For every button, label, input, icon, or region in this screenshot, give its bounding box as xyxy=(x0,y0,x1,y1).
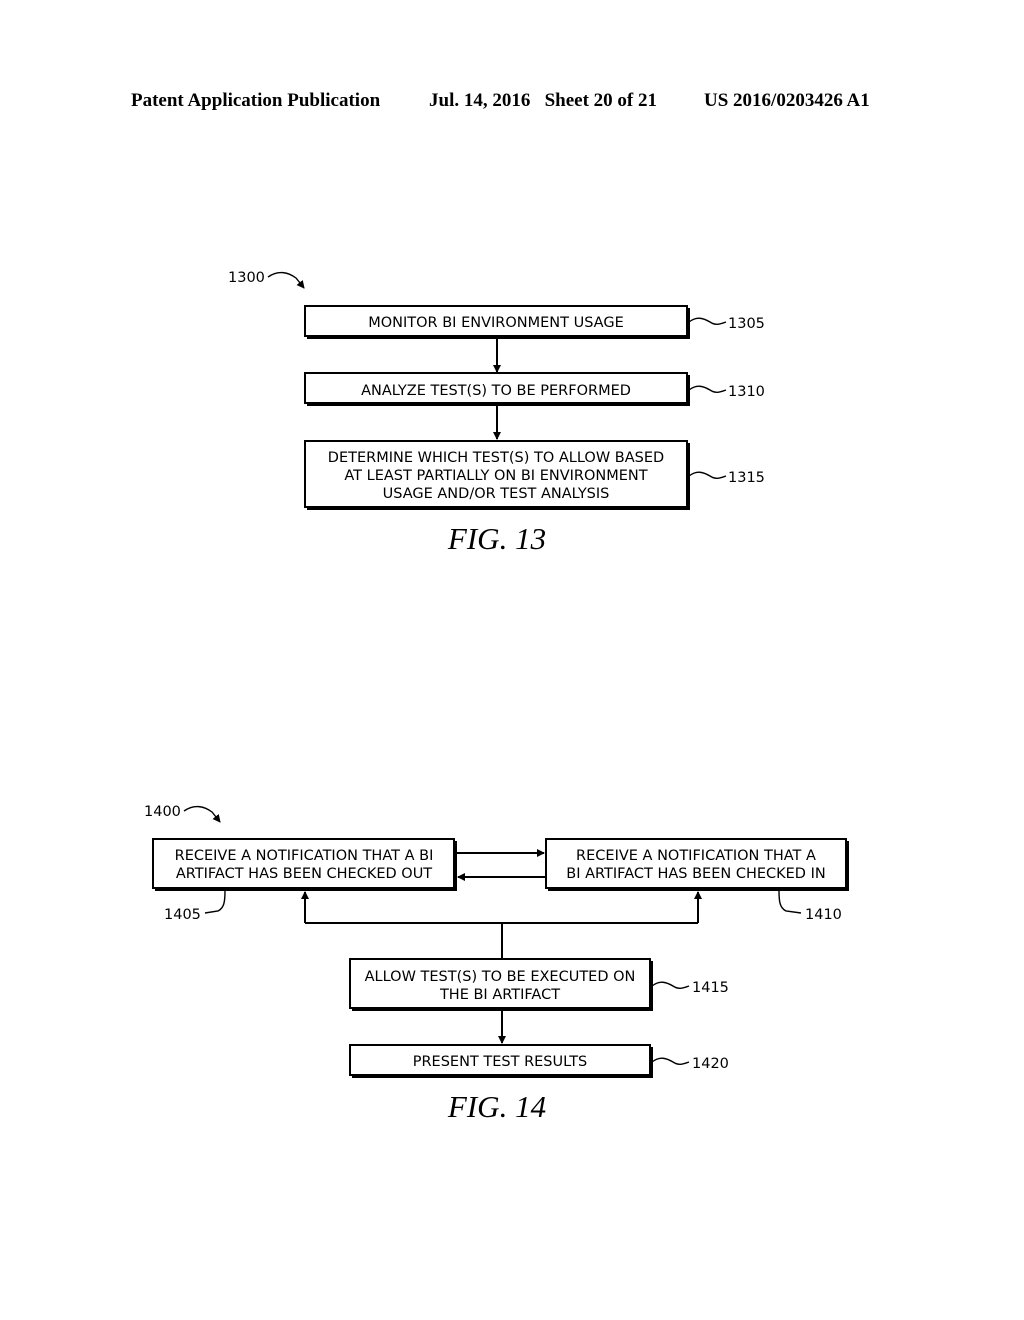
step-1405-ref: 1405 xyxy=(164,907,201,923)
step-1405-text-line1: RECEIVE A NOTIFICATION THAT A BI xyxy=(175,848,434,864)
step-1410-text-line2: BI ARTIFACT HAS BEEN CHECKED IN xyxy=(566,866,825,882)
step-1415-ref: 1415 xyxy=(692,980,729,996)
leader-line xyxy=(204,890,226,914)
fig14: 1400 RECEIVE A NOTIFICATION THAT A BI AR… xyxy=(144,804,849,1124)
flowchart-diagram: 1300 MONITOR BI ENVIRONMENT USAGE 1305 A… xyxy=(144,270,849,1124)
step-1315-text-line2: AT LEAST PARTIALLY ON BI ENVIRONMENT xyxy=(344,468,647,484)
step-1305-text: MONITOR BI ENVIRONMENT USAGE xyxy=(368,315,624,331)
leader-line xyxy=(688,385,727,393)
step-1420-text: PRESENT TEST RESULTS xyxy=(413,1054,588,1070)
fig14-ref-label: 1400 xyxy=(144,804,181,820)
step-1315-ref: 1315 xyxy=(728,470,765,486)
step-1405-text-line2: ARTIFACT HAS BEEN CHECKED OUT xyxy=(176,866,432,882)
fig13-step-1310: ANALYZE TEST(S) TO BE PERFORMED 1310 xyxy=(304,372,765,406)
fig13-ref-label: 1300 xyxy=(228,270,265,286)
leader-line xyxy=(778,890,802,914)
fig13-step-1315: DETERMINE WHICH TEST(S) TO ALLOW BASED A… xyxy=(304,440,765,510)
leader-line xyxy=(651,981,690,989)
step-1310-text: ANALYZE TEST(S) TO BE PERFORMED xyxy=(361,383,631,399)
step-1315-text-line1: DETERMINE WHICH TEST(S) TO ALLOW BASED xyxy=(328,450,664,466)
fig13-ref-arrow-icon xyxy=(267,271,305,289)
fig14-caption: FIG. 14 xyxy=(447,1089,546,1124)
step-1415-text-line1: ALLOW TEST(S) TO BE EXECUTED ON xyxy=(365,969,636,985)
fig14-step-1415: ALLOW TEST(S) TO BE EXECUTED ON THE BI A… xyxy=(349,958,729,1011)
fig13-step-1305: MONITOR BI ENVIRONMENT USAGE 1305 xyxy=(304,305,765,339)
fig14-ref-arrow-icon xyxy=(183,805,221,823)
step-1305-ref: 1305 xyxy=(728,316,765,332)
fig14-step-1420: PRESENT TEST RESULTS 1420 xyxy=(349,1044,729,1078)
step-1410-text-line1: RECEIVE A NOTIFICATION THAT A xyxy=(576,848,816,864)
step-1315-text-line3: USAGE AND/OR TEST ANALYSIS xyxy=(383,486,610,502)
fig13: 1300 MONITOR BI ENVIRONMENT USAGE 1305 A… xyxy=(228,270,765,556)
leader-line xyxy=(688,471,727,479)
leader-line xyxy=(688,317,727,325)
step-1420-ref: 1420 xyxy=(692,1056,729,1072)
leader-line xyxy=(651,1057,690,1065)
step-1410-ref: 1410 xyxy=(805,907,842,923)
fig13-caption: FIG. 13 xyxy=(447,521,546,556)
step-1415-text-line2: THE BI ARTIFACT xyxy=(439,987,560,1003)
step-1310-ref: 1310 xyxy=(728,384,765,400)
